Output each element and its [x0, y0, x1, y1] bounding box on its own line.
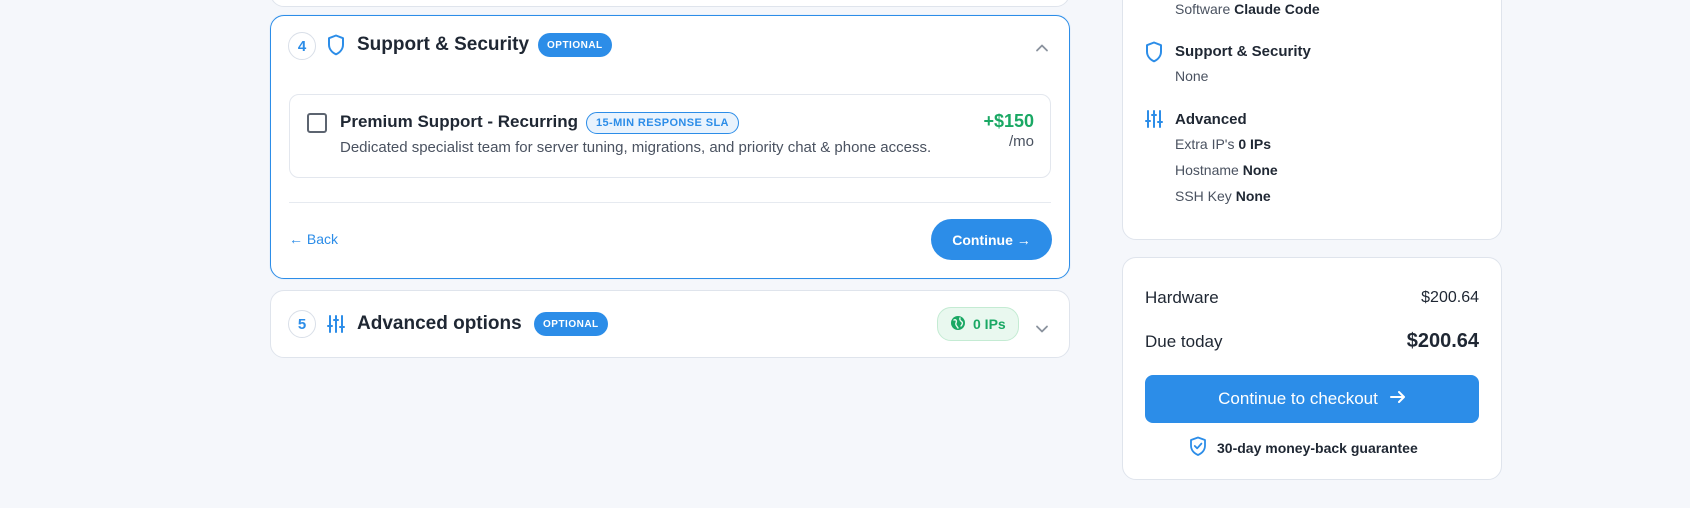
continue-button[interactable]: Continue → [931, 219, 1052, 260]
chevron-up-icon[interactable] [1035, 40, 1049, 52]
support-security-step: 4 Support & Security OPTIONAL Premium Su… [270, 15, 1070, 279]
step-title: Support & Security [357, 34, 530, 55]
summary-software: Software Claude Code [1175, 1, 1320, 17]
step-divider [289, 202, 1051, 203]
arrow-right-icon [1389, 389, 1406, 409]
hardware-label: Hardware [1145, 288, 1219, 307]
due-today-value: $200.64 [1406, 330, 1479, 352]
optional-badge: OPTIONAL [538, 33, 612, 57]
advanced-options-step[interactable]: 5 Advanced options OPTIONAL 0 IPs [270, 290, 1070, 358]
step-number: 5 [288, 310, 316, 338]
checkout-button[interactable]: Continue to checkout [1145, 375, 1479, 423]
checkout-label: Continue to checkout [1218, 389, 1378, 408]
step-number: 4 [288, 32, 316, 60]
summary-extra-ips: Extra IP's 0 IPs [1175, 136, 1272, 152]
premium-support-checkbox[interactable] [307, 113, 327, 133]
option-title: Premium Support - Recurring [340, 112, 579, 131]
summary-hostname: Hostname None [1175, 162, 1278, 178]
summary-support-title: Support & Security [1175, 43, 1311, 60]
sliders-icon [1145, 109, 1163, 134]
summary-advanced-title: Advanced [1175, 111, 1247, 128]
totals-card: Hardware $200.64 Due today $200.64 Conti… [1122, 257, 1502, 480]
hardware-value: $200.64 [1421, 289, 1479, 306]
previous-step-card [270, 0, 1070, 7]
ips-count: 0 IPs [973, 316, 1006, 332]
premium-support-option[interactable]: Premium Support - Recurring 15-MIN RESPO… [289, 94, 1051, 178]
option-description: Dedicated specialist team for server tun… [340, 139, 932, 156]
summary-ssh-key: SSH Key None [1175, 188, 1271, 204]
due-today-label: Due today [1145, 332, 1223, 351]
step-title: Advanced options [357, 313, 522, 334]
option-price: +$150 [983, 111, 1034, 131]
money-back-guarantee: 30-day money-back guarantee [1189, 436, 1418, 459]
guarantee-text: 30-day money-back guarantee [1217, 439, 1418, 456]
sliders-icon [327, 314, 345, 339]
chevron-down-icon[interactable] [1035, 321, 1049, 333]
shield-check-icon [1189, 436, 1207, 459]
globe-icon [950, 315, 966, 334]
ips-count-pill: 0 IPs [937, 307, 1019, 341]
optional-badge: OPTIONAL [534, 312, 608, 336]
back-button[interactable]: ← Back [289, 231, 338, 247]
sla-badge: 15-MIN RESPONSE SLA [586, 112, 739, 134]
summary-support-value: None [1175, 68, 1209, 84]
option-price-unit: /mo [1008, 133, 1034, 150]
shield-icon [1145, 41, 1163, 68]
order-summary-card: Software Claude Code Support & Security … [1122, 0, 1502, 240]
shield-icon [327, 34, 345, 61]
